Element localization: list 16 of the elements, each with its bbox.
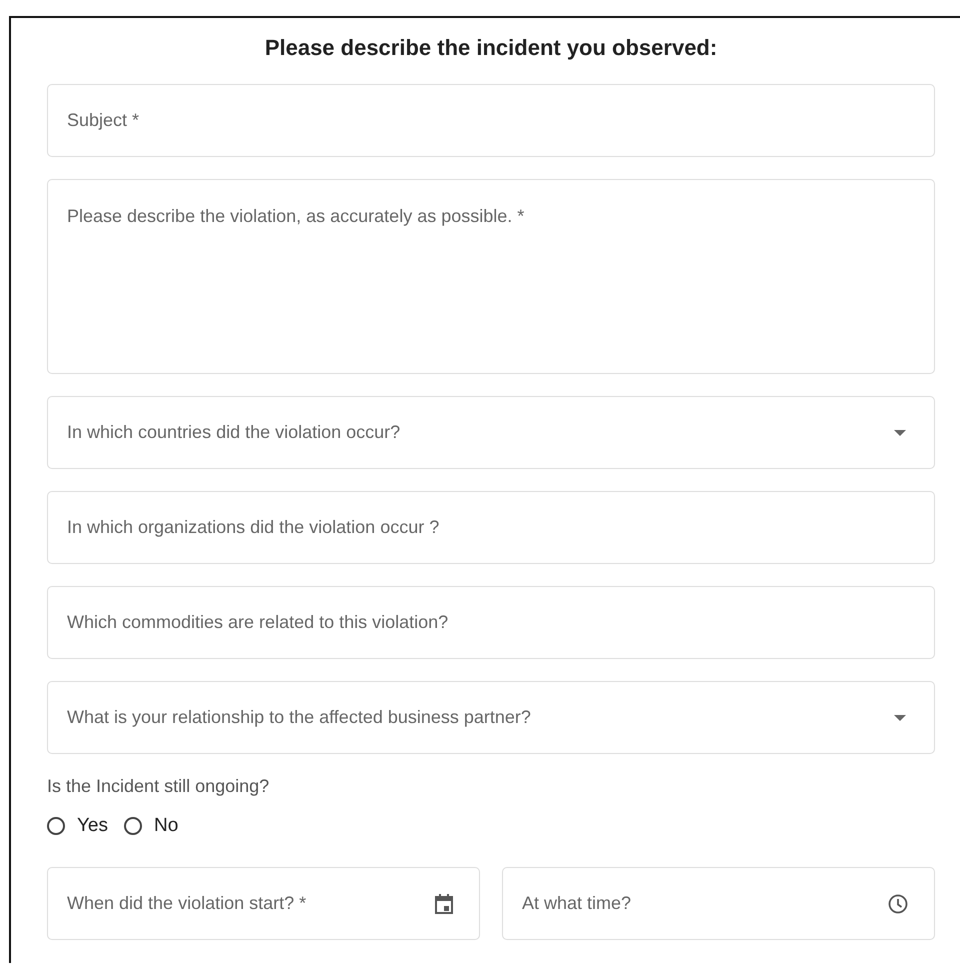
select-field[interactable]: In which countries did the violation occur? [47, 396, 935, 469]
description-field[interactable]: Please describe the violation, as accurately as possible. * [47, 179, 935, 374]
input-field[interactable]: Which commodities are related to this violation? [47, 586, 935, 659]
input-field[interactable]: In which organizations did the violation occur ? [47, 491, 935, 564]
question-label: Is the Incident still ongoing? [47, 776, 270, 797]
dropdown-caret-icon [894, 714, 906, 720]
radio-option[interactable]: No [124, 815, 178, 837]
date-field[interactable]: When did the violation start? * [47, 867, 480, 940]
clock-icon [888, 894, 908, 914]
select-field[interactable]: What is your relationship to the affected business partner? [47, 681, 935, 754]
input-field[interactable]: Subject * [47, 84, 935, 157]
calendar-icon [435, 894, 453, 914]
radio-option[interactable]: Yes [47, 815, 108, 837]
form-title: Please describe the incident you observed: [264, 34, 718, 62]
dropdown-caret-icon [894, 430, 906, 436]
time-field[interactable]: At what time? [502, 867, 935, 940]
